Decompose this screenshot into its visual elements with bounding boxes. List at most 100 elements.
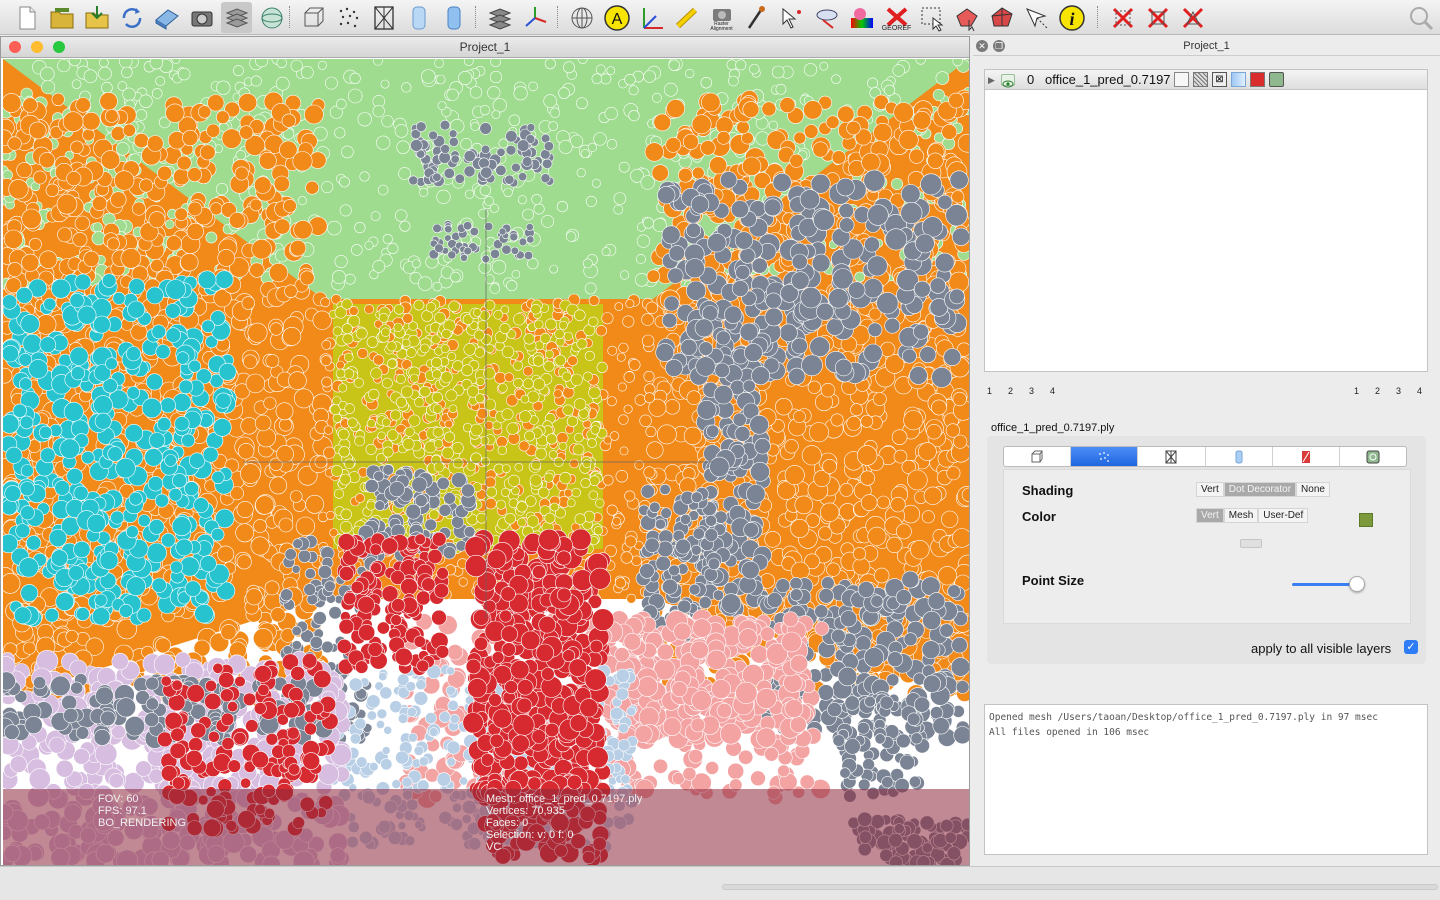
layer-texture-icon[interactable]: [1269, 72, 1284, 87]
point-cloud-render: [3, 59, 969, 865]
delete-selection-button[interactable]: [1177, 2, 1208, 33]
reload-button[interactable]: [116, 2, 147, 33]
hud-faces: Faces: 0: [486, 817, 529, 829]
layer-row[interactable]: ▶ 0 office_1_pred_0.7197 ⊠: [985, 70, 1427, 90]
left-tab-2[interactable]: 2: [1008, 386, 1029, 396]
close-dock-icon[interactable]: ✕: [976, 40, 988, 52]
right-number-tabs: 1234: [1354, 386, 1427, 396]
point-size-slider-knob[interactable]: [1348, 576, 1365, 592]
texture-button[interactable]: [484, 2, 515, 33]
right-tab-3[interactable]: 3: [1396, 386, 1417, 396]
layer-bbox-icon[interactable]: [1174, 72, 1189, 87]
hud-vertices: Vertices: 70,935: [486, 805, 565, 817]
import-mesh-button[interactable]: [81, 2, 112, 33]
trackball-button[interactable]: [636, 2, 667, 33]
delete-selection-icon: [1182, 7, 1203, 28]
color-paint-button[interactable]: [846, 2, 877, 33]
close-window-button[interactable]: [9, 41, 21, 53]
shading-option-dot-decorator[interactable]: Dot Decorator: [1223, 482, 1297, 497]
user-color-swatch[interactable]: [1359, 513, 1373, 527]
right-tab-1[interactable]: 1: [1354, 386, 1375, 396]
shading-option-vert[interactable]: Vert: [1196, 482, 1224, 497]
info-button[interactable]: i: [1056, 2, 1087, 33]
color-icon: [1301, 450, 1310, 463]
wireframe-button[interactable]: [368, 2, 399, 33]
smooth-shading-button[interactable]: [438, 2, 469, 33]
search-button[interactable]: [1405, 2, 1436, 33]
select-faces-button[interactable]: [951, 2, 982, 33]
select-connected-icon: [990, 6, 1013, 26]
pick-points-button[interactable]: [776, 2, 807, 33]
left-tab-1[interactable]: 1: [987, 386, 1008, 396]
flat-shading-button[interactable]: [403, 2, 434, 33]
layer-wireframe-icon[interactable]: ⊠: [1212, 72, 1227, 87]
expand-arrow-icon[interactable]: ▶: [988, 70, 995, 90]
select-connected-button[interactable]: [986, 2, 1017, 33]
float-dock-icon[interactable]: ❐: [993, 40, 1005, 52]
tab-points[interactable]: [1071, 447, 1139, 466]
apply-all-checkbox[interactable]: ✓: [1404, 640, 1418, 654]
shading-option-none[interactable]: None: [1296, 482, 1330, 497]
measure-button[interactable]: [671, 2, 702, 33]
color-option-mesh[interactable]: Mesh: [1223, 508, 1259, 523]
decorator-tabs: [1003, 446, 1407, 467]
left-tab-3[interactable]: 3: [1029, 386, 1050, 396]
tab-shading[interactable]: [1206, 447, 1273, 466]
left-tab-4[interactable]: 4: [1050, 386, 1071, 396]
globe-button[interactable]: [566, 2, 597, 33]
layer-shading-icon[interactable]: [1231, 72, 1246, 87]
hud-overlay: FOV: 60 FPS: 97.1 BO_RENDERING Mesh: off…: [3, 789, 969, 865]
point-size-label: Point Size: [1022, 573, 1085, 588]
color-option-vert[interactable]: Vert: [1196, 508, 1224, 523]
axis-icon: [524, 6, 546, 27]
annotation-button[interactable]: A: [601, 2, 632, 33]
toolbar-button-caption: Raster Alignment: [710, 21, 733, 32]
select-vertices-button[interactable]: [916, 2, 947, 33]
georef-button[interactable]: GEOREF: [881, 2, 912, 33]
viewport-title: Project_1: [459, 40, 511, 54]
align-button[interactable]: [811, 2, 842, 33]
3d-viewport-canvas[interactable]: FOV: 60 FPS: 97.1 BO_RENDERING Mesh: off…: [3, 59, 969, 865]
delete-vertices-button[interactable]: [1107, 2, 1138, 33]
color-option-user-def[interactable]: User-Def: [1258, 508, 1309, 523]
layer-points-icon[interactable]: [1193, 72, 1208, 87]
paint-icon: [747, 5, 765, 29]
layer-color-icon[interactable]: [1250, 72, 1265, 87]
decorator-filename: office_1_pred_0.7197.ply: [991, 422, 1115, 434]
color-paint-icon: [850, 7, 873, 28]
delete-faces-icon: [1147, 7, 1168, 28]
zoom-window-button[interactable]: [53, 41, 65, 53]
right-tab-2[interactable]: 2: [1375, 386, 1396, 396]
tab-texture[interactable]: [1340, 447, 1406, 466]
point-size-slider[interactable]: [1292, 583, 1357, 586]
tab-color[interactable]: [1273, 447, 1340, 466]
axis-button[interactable]: [519, 2, 550, 33]
layer-dialog-title: Project_1: [1183, 40, 1230, 52]
bounding-box-button[interactable]: [298, 2, 329, 33]
raster-alignment-button[interactable]: Raster Alignment: [706, 2, 737, 33]
tab-bbox[interactable]: [1004, 447, 1072, 466]
layers-icon: [225, 7, 248, 28]
new-project-icon: [19, 6, 35, 29]
color-reset-button[interactable]: [1240, 539, 1262, 548]
paint-button[interactable]: [741, 2, 772, 33]
pick-points-icon: [782, 7, 801, 29]
tab-wireframe[interactable]: [1138, 447, 1206, 466]
layer-name[interactable]: office_1_pred_0.7197: [1045, 70, 1171, 90]
select-cursor-button[interactable]: [1021, 2, 1052, 33]
minimize-window-button[interactable]: [31, 41, 43, 53]
decorator-settings: Shading Vert Dot Decorator None Color Ve…: [1003, 469, 1411, 624]
snapshot-button[interactable]: [186, 2, 217, 33]
visibility-eye-icon[interactable]: [1001, 74, 1015, 88]
open-project-button[interactable]: [46, 2, 77, 33]
radar-button[interactable]: [256, 2, 287, 33]
points-button[interactable]: [333, 2, 364, 33]
right-tab-4[interactable]: 4: [1417, 386, 1427, 396]
delete-faces-button[interactable]: [1142, 2, 1173, 33]
main-toolbar: A Raster Alignment GEOREF i: [0, 0, 1440, 35]
viewport-titlebar: Project_1: [1, 37, 969, 58]
layers-button[interactable]: [221, 2, 252, 33]
layer-list[interactable]: ▶ 0 office_1_pred_0.7197 ⊠: [984, 69, 1428, 372]
new-project-button[interactable]: [11, 2, 42, 33]
save-button[interactable]: [151, 2, 182, 33]
